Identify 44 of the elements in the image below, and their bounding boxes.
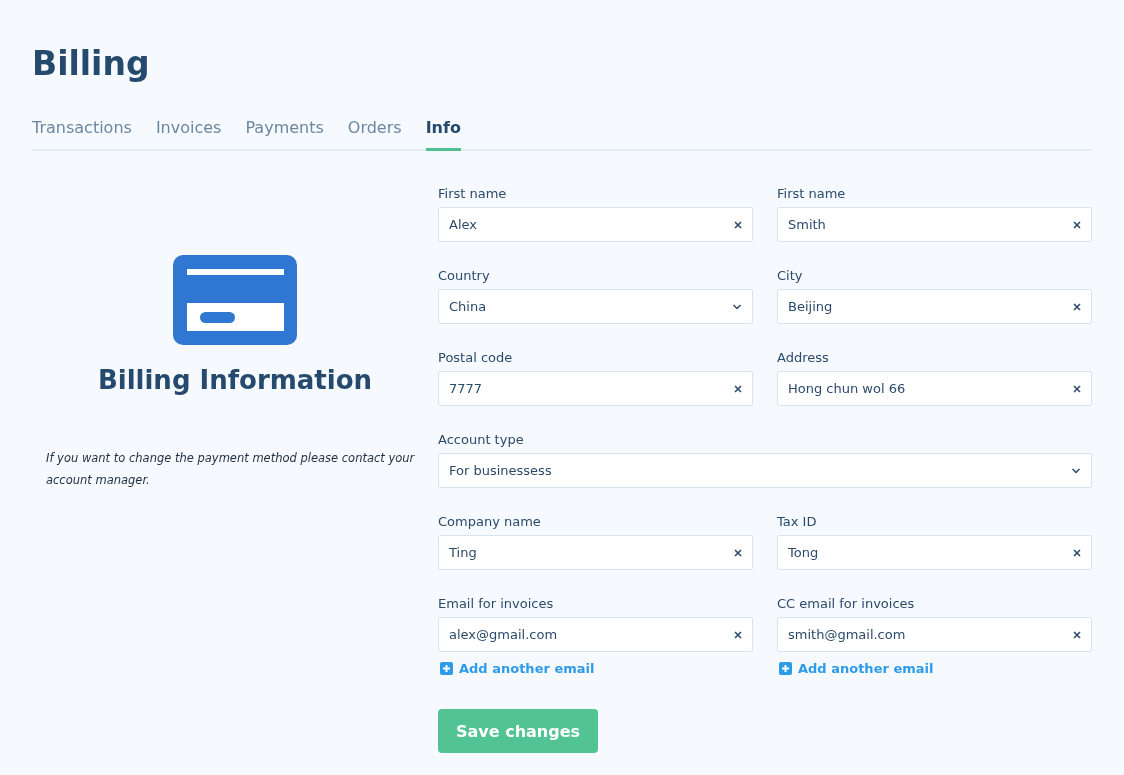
- field-label: First name: [438, 185, 508, 203]
- tab[interactable]: Info: [425, 118, 461, 151]
- clear-icon[interactable]: [1073, 548, 1081, 557]
- plus-square-icon: [440, 662, 453, 675]
- clear-icon[interactable]: [734, 220, 742, 229]
- field-label: Country: [438, 267, 491, 285]
- field-label: Postal code: [438, 349, 514, 367]
- input-field[interactable]: Tong: [777, 535, 1092, 570]
- field-label: Address: [777, 349, 830, 367]
- select-field[interactable]: For businessess: [438, 453, 1092, 488]
- credit-card-icon: [173, 255, 297, 345]
- section-heading: Billing Information: [97, 365, 373, 395]
- field-label: City: [777, 267, 804, 285]
- plus-square-icon: [779, 662, 792, 675]
- input-field[interactable]: smith@gmail.com: [777, 617, 1092, 652]
- clear-icon[interactable]: [734, 630, 742, 639]
- input-field[interactable]: alex@gmail.com: [438, 617, 753, 652]
- info-note: If you want to change the payment method please contact your account manager.: [46, 450, 416, 489]
- chevron-down-icon: [1071, 467, 1081, 474]
- input-field[interactable]: Smith: [777, 207, 1092, 242]
- field-label: Company name: [438, 513, 542, 531]
- tab[interactable]: Orders: [347, 118, 402, 151]
- clear-icon[interactable]: [1073, 384, 1081, 393]
- page-title: Billing: [32, 43, 151, 85]
- field-label: Tax ID: [777, 513, 818, 531]
- input-field[interactable]: Hong chun wol 66: [777, 371, 1092, 406]
- clear-icon[interactable]: [734, 384, 742, 393]
- input-field[interactable]: 7777: [438, 371, 753, 406]
- clear-icon[interactable]: [734, 548, 742, 557]
- input-field[interactable]: Beijing: [777, 289, 1092, 324]
- field-label: Email for invoices: [438, 595, 555, 613]
- clear-icon[interactable]: [1073, 630, 1081, 639]
- field-label: First name: [777, 185, 847, 203]
- field-label: CC email for invoices: [777, 595, 916, 613]
- tab[interactable]: Payments: [245, 118, 324, 151]
- input-field[interactable]: Alex: [438, 207, 753, 242]
- tab[interactable]: Transactions: [32, 118, 132, 151]
- field-label: Account type: [438, 431, 525, 449]
- chevron-down-icon: [732, 303, 742, 310]
- select-field[interactable]: China: [438, 289, 753, 324]
- clear-icon[interactable]: [1073, 302, 1081, 311]
- input-field[interactable]: Ting: [438, 535, 753, 570]
- tab[interactable]: Invoices: [155, 118, 222, 151]
- clear-icon[interactable]: [1073, 220, 1081, 229]
